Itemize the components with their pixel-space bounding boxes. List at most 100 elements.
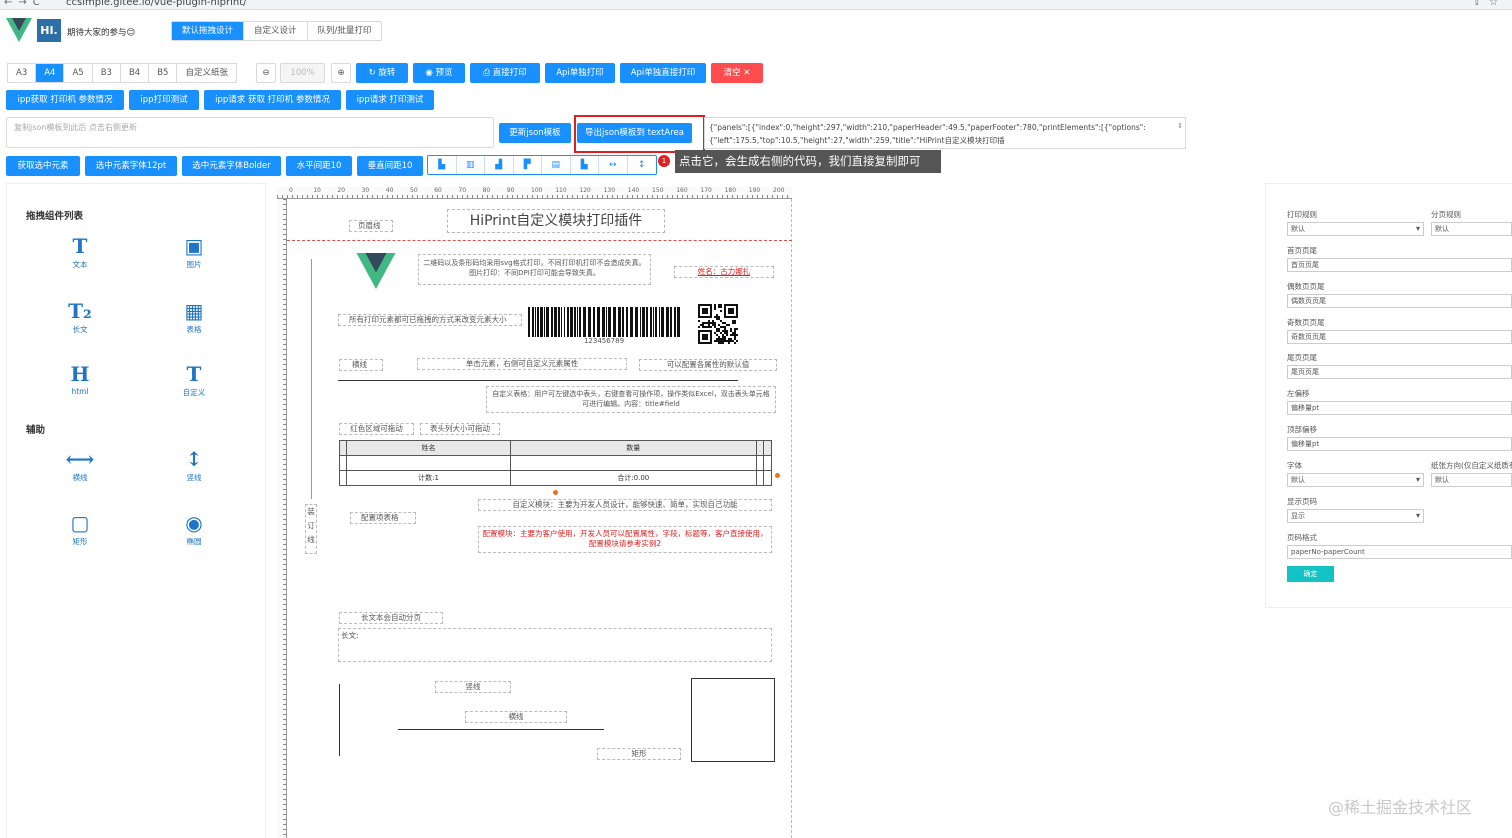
tab-default-design[interactable]: 默认拖拽设计 bbox=[172, 22, 245, 40]
component-hline[interactable]: ⟷ 横线 bbox=[55, 447, 105, 483]
table-header-cell[interactable] bbox=[338, 440, 348, 456]
json-input-textarea[interactable]: 复制json模板到此后 点击右侧更新 bbox=[6, 117, 494, 148]
table-header-cell[interactable]: 姓名 bbox=[346, 440, 511, 456]
show-page-select[interactable]: 显示 bbox=[1287, 509, 1424, 523]
paper-a5-button[interactable]: A5 bbox=[64, 64, 93, 82]
browser-nav-icons[interactable]: ←→C bbox=[4, 0, 46, 8]
left-offset-input[interactable]: 偏移量pt bbox=[1287, 401, 1512, 415]
component-vline[interactable]: ↕ 竖线 bbox=[169, 447, 219, 483]
hline2-label[interactable]: 横线 bbox=[465, 711, 567, 723]
font-bolder-button[interactable]: 选中元素字体Bolder bbox=[182, 156, 281, 176]
component-ellipse[interactable]: ◉ 椭圆 bbox=[169, 511, 219, 547]
component-image[interactable]: ▣ 图片 bbox=[169, 234, 219, 270]
print-rule-select[interactable]: 默认 bbox=[1287, 222, 1424, 236]
first-footer-input[interactable]: 首页页尾 bbox=[1287, 258, 1512, 272]
page-format-input[interactable]: paperNo-paperCount bbox=[1287, 545, 1512, 559]
horizontal-line-2[interactable] bbox=[398, 729, 604, 730]
preview-button[interactable]: ◉ 预览 bbox=[413, 63, 465, 83]
tab-batch-print[interactable]: 队列/批量打印 bbox=[307, 22, 382, 40]
api-direct-print-button[interactable]: Api单独直接打印 bbox=[620, 63, 706, 83]
red-drag-label[interactable]: 红色区域可拖动 bbox=[339, 423, 414, 435]
odd-footer-input[interactable]: 奇数页页尾 bbox=[1287, 330, 1512, 344]
hline-label[interactable]: 横线 bbox=[339, 359, 383, 371]
align-vcenter-icon[interactable]: ▤ bbox=[542, 156, 571, 174]
resize-note-text[interactable]: 所有打印元素都可已拖拽的方式来改变元素大小 bbox=[338, 314, 522, 326]
paper-custom-button[interactable]: 自定义纸张 bbox=[177, 64, 236, 82]
vline-label[interactable]: 竖线 bbox=[435, 681, 511, 693]
paper-a3-button[interactable]: A3 bbox=[8, 64, 37, 82]
direct-print-button[interactable]: ⎙ 直接打印 bbox=[470, 63, 540, 83]
zoom-out-icon[interactable]: ⊖ bbox=[256, 63, 276, 83]
title-element[interactable]: HiPrint自定义模块打印插件 bbox=[447, 209, 665, 233]
header-line-label[interactable]: 页眉线 bbox=[349, 220, 393, 232]
top-offset-input[interactable]: 偏移量pt bbox=[1287, 437, 1512, 451]
font-select[interactable]: 默认 bbox=[1287, 473, 1424, 487]
vue-logo-image[interactable] bbox=[355, 253, 397, 289]
click-note-text[interactable]: 单击元素，右侧可自定义元素属性 bbox=[417, 358, 627, 370]
print-paper[interactable]: 页眉线 HiPrint自定义模块打印插件 二维码以及条形码均采用svg格式打印。… bbox=[287, 199, 792, 838]
qrcode-image[interactable] bbox=[698, 304, 738, 344]
api-print-button[interactable]: Api单独打印 bbox=[545, 63, 615, 83]
resize-handle-icon[interactable] bbox=[553, 490, 558, 495]
zoom-input[interactable]: 100% bbox=[280, 63, 325, 83]
update-json-button[interactable]: 更新json模板 bbox=[499, 123, 571, 143]
table-header-cell[interactable] bbox=[763, 440, 772, 456]
json-output-textarea[interactable]: {"panels":[{"index":0,"height":297,"widt… bbox=[704, 117, 1186, 149]
component-longtext[interactable]: T₂ 长文 bbox=[55, 299, 105, 335]
paper-a4-button[interactable]: A4 bbox=[36, 64, 65, 82]
component-html[interactable]: H html bbox=[55, 362, 105, 396]
longtext-element[interactable]: 长文: bbox=[338, 628, 772, 662]
align-bottom-icon[interactable]: ▙ bbox=[571, 156, 599, 174]
resize-handle-icon[interactable] bbox=[775, 473, 780, 478]
distribute-vertical-icon[interactable]: ↕ bbox=[628, 156, 657, 174]
clear-button[interactable]: 清空 ✕ bbox=[711, 63, 763, 83]
distribute-horizontal-icon[interactable]: ↔ bbox=[599, 156, 628, 174]
table-note-text[interactable]: 自定义表格：用户可左键选中表头，右键查看可操作项，操作类似Excel，双击表头单… bbox=[486, 386, 776, 413]
ipp-request-test-button[interactable]: ipp请求 打印测试 bbox=[346, 90, 434, 110]
paper-b5-button[interactable]: B5 bbox=[149, 64, 178, 82]
ipp-request-printers-button[interactable]: ipp请求 获取 打印机 参数情况 bbox=[204, 90, 341, 110]
vertical-line[interactable] bbox=[339, 684, 340, 756]
paper-direction-select[interactable]: 默认 bbox=[1431, 473, 1512, 487]
get-selected-button[interactable]: 获取选中元素 bbox=[6, 156, 80, 176]
data-table[interactable]: 姓名 数量 计数:1 合计:0.00 bbox=[338, 440, 772, 486]
binding-line-label[interactable]: 装订线 bbox=[305, 504, 317, 554]
align-hcenter-icon[interactable]: ▥ bbox=[457, 156, 485, 174]
align-right-icon[interactable]: ▟ bbox=[485, 156, 514, 174]
ipp-get-printers-button[interactable]: ipp获取 打印机 参数情况 bbox=[6, 90, 124, 110]
default-note-text[interactable]: 可以配置各属性的默认值 bbox=[639, 359, 777, 371]
table-header-cell[interactable] bbox=[755, 440, 765, 456]
confirm-button[interactable]: 确定 bbox=[1287, 566, 1334, 582]
component-text[interactable]: T 文本 bbox=[55, 234, 105, 270]
rect-label[interactable]: 矩形 bbox=[597, 748, 681, 760]
vspace-button[interactable]: 垂直间距10 bbox=[357, 156, 423, 176]
component-rect[interactable]: ▢ 矩形 bbox=[55, 511, 105, 547]
col-resize-label[interactable]: 表头列大小可拖动 bbox=[420, 423, 500, 435]
design-canvas[interactable]: 0 10 20 30 40 50 60 70 80 90 100 110 120 130 140 150 160… bbox=[277, 187, 792, 838]
even-footer-input[interactable]: 偶数页页尾 bbox=[1287, 294, 1512, 308]
config-table-label[interactable]: 配置项表格 bbox=[350, 512, 416, 524]
component-custom[interactable]: T 自定义 bbox=[169, 362, 219, 398]
hspace-button[interactable]: 水平间距10 bbox=[286, 156, 352, 176]
zoom-in-icon[interactable]: ⊕ bbox=[331, 63, 351, 83]
address-bar[interactable]: ccsimple.gitee.io/vue-plugin-hiprint/ bbox=[66, 0, 247, 8]
ipp-test-button[interactable]: ipp打印测试 bbox=[129, 90, 199, 110]
paper-b4-button[interactable]: B4 bbox=[120, 64, 150, 82]
rotate-button[interactable]: ↻ 旋转 bbox=[356, 63, 408, 83]
tab-custom-design[interactable]: 自定义设计 bbox=[244, 22, 308, 40]
custom-module-text[interactable]: 自定义模块：主要为开发人员设计，能够快速、简单，实现自己功能 bbox=[478, 499, 772, 511]
component-table[interactable]: ▦ 表格 bbox=[169, 299, 219, 335]
scroll-arrows-icon[interactable]: ⇕ bbox=[1177, 120, 1183, 133]
align-top-icon[interactable]: ▛ bbox=[514, 156, 542, 174]
rectangle-element[interactable] bbox=[691, 678, 775, 762]
svg-note-text[interactable]: 二维码以及条形码均采用svg格式打印。不同打印机打印不会造成失真。图片打印：不同… bbox=[418, 254, 651, 285]
horizontal-line[interactable] bbox=[338, 380, 738, 381]
browser-action-icons[interactable]: ⇪☆ bbox=[1473, 0, 1506, 8]
barcode-image[interactable] bbox=[528, 307, 680, 337]
last-footer-input[interactable]: 尾页页尾 bbox=[1287, 365, 1512, 379]
table-header-cell[interactable]: 数量 bbox=[509, 440, 758, 456]
config-module-text[interactable]: 配置模块：主要为客户使用，开发人员可以配置属性，字段，标题等，客户直接使用，配置… bbox=[478, 526, 772, 553]
font-12pt-button[interactable]: 选中元素字体12pt bbox=[85, 156, 177, 176]
name-field[interactable]: 姓名：古力娜扎 bbox=[674, 266, 774, 278]
longtext-paging-label[interactable]: 长文本会自动分页 bbox=[339, 612, 443, 624]
